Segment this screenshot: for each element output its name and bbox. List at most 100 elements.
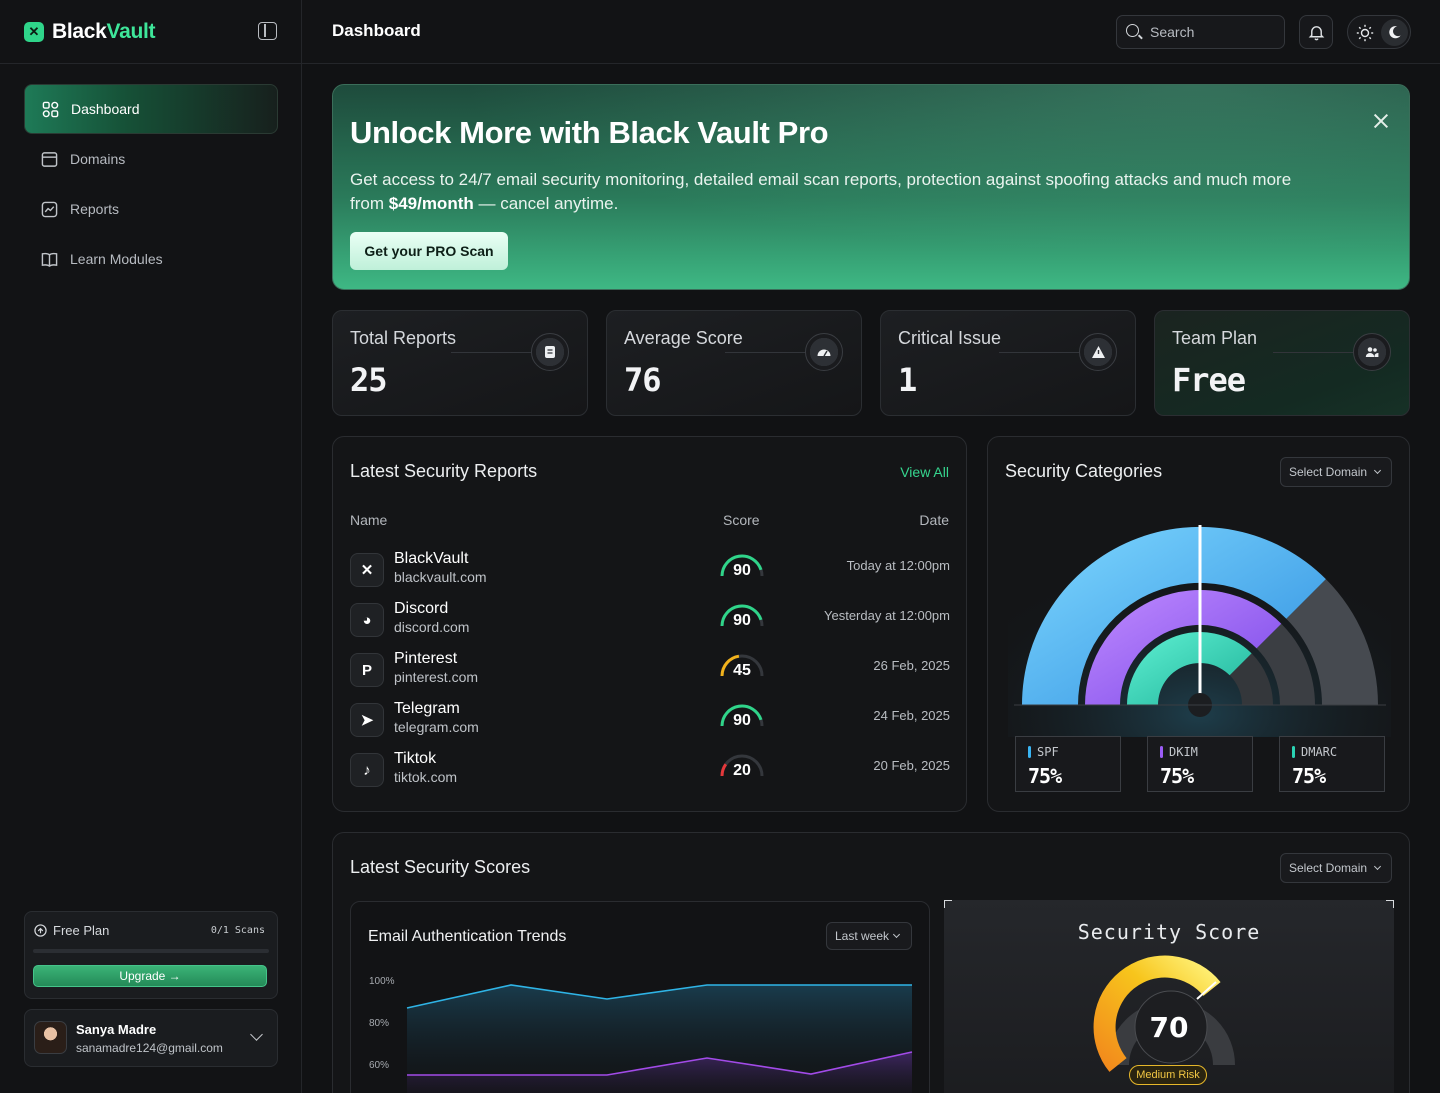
plan-scans: 0/1 Scans: [210, 925, 265, 936]
app-domain: tiktok.com: [394, 769, 458, 785]
stat-label: Average Score: [624, 328, 743, 348]
brand-name: BlackVault: [52, 20, 156, 44]
user-profile-card[interactable]: Sanya Madre sanamadre124@gmail.com: [24, 1009, 278, 1067]
sidebar-item-learn-modules[interactable]: Learn Modules: [24, 234, 278, 284]
book-icon: [41, 252, 58, 267]
score-gauge: 90: [719, 700, 765, 732]
top-header: Dashboard Search: [302, 0, 1440, 64]
view-all-link[interactable]: View All: [900, 464, 949, 480]
score-gauge: 90: [719, 600, 765, 632]
banner-text: Get access to 24/7 email security monito…: [350, 168, 1310, 216]
stat-card-team-plan: Team Plan Free: [1154, 310, 1410, 416]
categories-radial-chart: [1008, 507, 1391, 737]
score-value: 90: [733, 612, 751, 629]
pro-upsell-banner: Unlock More with Black Vault Pro Get acc…: [332, 84, 1410, 290]
panel-title: Latest Security Reports: [350, 461, 538, 481]
trend-line-chart: [406, 984, 913, 1093]
browser-window-icon: [41, 151, 58, 167]
theme-toggle[interactable]: [1347, 15, 1411, 49]
table-row[interactable]: ✕ BlackVault blackvault.com 90 Today at 12:0…: [350, 550, 950, 590]
upgrade-circle-icon: [34, 924, 47, 937]
category-spf-box: SPF 75%: [1015, 736, 1121, 792]
telegram-logo-icon: ➤: [350, 703, 384, 737]
sidebar: ✕ BlackVault Dashboard Domains Reports L…: [0, 0, 302, 1093]
app-name: Telegram: [394, 700, 460, 717]
table-row[interactable]: ◕ Discord discord.com 90 Yesterday at 12:00p…: [350, 600, 950, 640]
column-header-score: Score: [723, 512, 760, 528]
sidebar-item-label: Learn Modules: [70, 251, 163, 267]
app-name: Pinterest: [394, 650, 458, 667]
discord-logo-icon: ◕: [350, 603, 384, 637]
table-row[interactable]: ➤ Telegram telegram.com 90 24 Feb, 2025: [350, 700, 950, 740]
category-dmarc-box: DMARC 75%: [1279, 736, 1385, 792]
column-header-name: Name: [350, 512, 388, 528]
warning-triangle-icon: [1079, 333, 1117, 371]
security-categories-panel: Security Categories Select Domain SPF 75%…: [987, 436, 1410, 812]
latest-security-scores-panel: Latest Security Scores Select Domain Ema…: [332, 832, 1410, 1093]
report-date: Today at 12:00pm: [846, 558, 950, 573]
plan-progress-bar: [33, 949, 269, 953]
notifications-button[interactable]: [1299, 15, 1333, 49]
report-date: 20 Feb, 2025: [873, 758, 950, 773]
panel-title: Latest Security Scores: [350, 857, 531, 877]
category-name-text: DKIM: [1169, 745, 1198, 759]
app-name: Discord: [394, 600, 449, 617]
stat-label: Team Plan: [1172, 328, 1258, 348]
brand-name-part1: Black: [52, 20, 107, 43]
stat-value: Free: [1172, 361, 1246, 399]
report-date: 24 Feb, 2025: [873, 708, 950, 723]
risk-badge: Medium Risk: [1129, 1065, 1207, 1085]
sidebar-item-reports[interactable]: Reports: [24, 184, 278, 234]
user-name: Sanya Madre: [76, 1022, 157, 1037]
latest-security-reports-panel: Latest Security Reports View All Name Sc…: [332, 436, 967, 812]
security-score-value: 70: [1149, 1011, 1189, 1044]
chevron-down-icon[interactable]: [250, 1028, 263, 1041]
score-value: 45: [733, 662, 751, 679]
plan-title: Free Plan: [34, 923, 109, 938]
sun-icon[interactable]: [1356, 24, 1374, 42]
banner-title: Unlock More with Black Vault Pro: [350, 115, 829, 150]
sidebar-divider: [0, 63, 302, 64]
moon-toggle[interactable]: [1381, 19, 1408, 46]
category-name-text: DMARC: [1301, 745, 1338, 759]
category-color-bar: [1160, 746, 1163, 758]
banner-text-part: — cancel anytime.: [473, 194, 619, 213]
category-name: DKIM: [1160, 745, 1198, 759]
score-gauge: 90: [719, 550, 765, 582]
stat-label: Total Reports: [350, 328, 457, 348]
brand[interactable]: ✕ BlackVault: [24, 20, 156, 44]
app-domain: blackvault.com: [394, 569, 487, 585]
sidebar-item-label: Domains: [70, 151, 126, 167]
category-name: SPF: [1028, 745, 1059, 759]
plan-title-text: Free Plan: [53, 923, 110, 938]
select-domain-label: Select Domain: [1289, 861, 1368, 875]
category-value: 75%: [1028, 764, 1062, 788]
table-row[interactable]: ♪ Tiktok tiktok.com 20 20 Feb, 2025: [350, 750, 950, 790]
close-icon[interactable]: [1373, 113, 1389, 129]
upgrade-button[interactable]: Upgrade →: [33, 965, 267, 987]
score-value: 90: [733, 562, 751, 579]
stat-value: 76: [624, 361, 662, 399]
app-name: BlackVault: [394, 550, 469, 567]
sidebar-collapse-icon[interactable]: [258, 22, 277, 40]
stat-card-average-score: Average Score 76: [606, 310, 862, 416]
speedometer-icon: [805, 333, 843, 371]
users-icon: [1353, 333, 1391, 371]
bell-icon: [1308, 25, 1324, 40]
banner-price: $49/month: [388, 194, 474, 213]
app-domain: telegram.com: [394, 719, 479, 735]
select-domain-dropdown[interactable]: Select Domain: [1280, 853, 1392, 883]
sidebar-item-label: Reports: [70, 201, 120, 217]
search-input[interactable]: Search: [1116, 15, 1285, 49]
table-row[interactable]: P Pinterest pinterest.com 45 26 Feb, 2025: [350, 650, 950, 690]
blackvault-logo-icon: ✕: [24, 22, 44, 42]
get-pro-scan-button[interactable]: Get your PRO Scan: [350, 232, 508, 270]
page-title: Dashboard: [332, 21, 421, 40]
brand-name-part2: Vault: [106, 20, 156, 43]
user-email: sanamadre124@gmail.com: [76, 1041, 223, 1055]
email-authentication-trends-card: Email Authentication Trends Last week 10…: [350, 901, 930, 1093]
app-domain: discord.com: [394, 619, 470, 635]
document-icon: [531, 333, 569, 371]
sidebar-item-dashboard[interactable]: Dashboard: [24, 84, 278, 134]
sidebar-item-domains[interactable]: Domains: [24, 134, 278, 184]
